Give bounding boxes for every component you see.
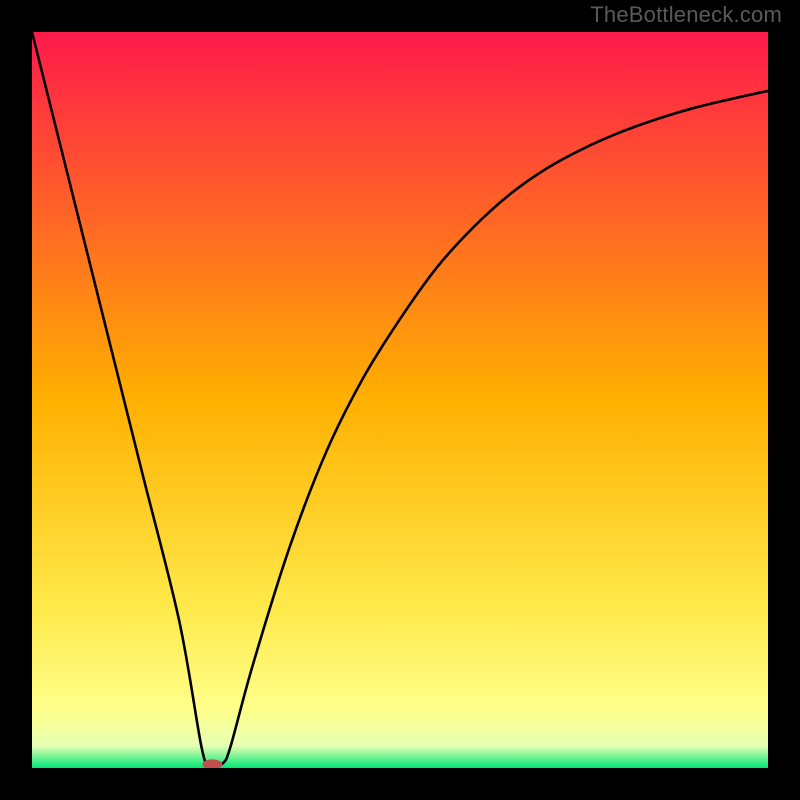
chart-container: TheBottleneck.com xyxy=(0,0,800,800)
watermark-text: TheBottleneck.com xyxy=(590,2,782,28)
chart-svg xyxy=(32,32,768,768)
gradient-background xyxy=(32,32,768,768)
plot-area xyxy=(32,32,768,768)
